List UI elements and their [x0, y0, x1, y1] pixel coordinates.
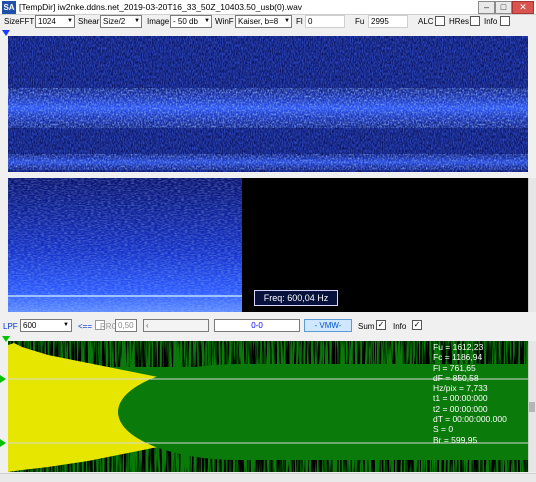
slider-left-icon: ‹ — [146, 321, 149, 330]
chevron-down-icon: ▼ — [63, 322, 69, 328]
hres-checkbox[interactable] — [470, 16, 480, 26]
info-fl: Fl = 761,65 — [433, 362, 476, 373]
winf-label: WinF — [215, 17, 234, 26]
image-label: Image — [147, 17, 170, 26]
lpf-select[interactable]: 600 ▼ — [20, 319, 72, 332]
image-value: - 50 db — [173, 17, 198, 26]
waterfall-signal — [8, 178, 242, 312]
close-icon: ✕ — [519, 2, 527, 12]
alc-label: ALC — [418, 17, 434, 26]
lpf-value: 600 — [23, 321, 37, 330]
fl-field[interactable]: 0 — [305, 15, 345, 28]
hres-label: HRes — [449, 17, 470, 26]
upper-marker-icon[interactable] — [0, 375, 6, 383]
info-label: Info — [484, 17, 498, 26]
position-slider[interactable]: ‹ — [143, 319, 209, 332]
fu-value: 2995 — [371, 17, 389, 26]
info-t1: t1 = 00:00:000 — [433, 393, 488, 404]
apply-arrow[interactable]: <== — [78, 322, 92, 331]
app-icon: SA — [2, 1, 16, 14]
sum-checkbox[interactable]: ✓ — [376, 320, 386, 330]
fl-label: Fl — [296, 17, 303, 26]
minimize-icon: – — [483, 2, 489, 12]
sum-label: Sum — [358, 322, 375, 331]
position-display: 0-0 — [214, 319, 300, 332]
info-t2: t2 = 00:00:000 — [433, 403, 488, 414]
info-checkbox-2[interactable]: ✓ — [412, 320, 422, 330]
horizontal-scrollbar[interactable] — [0, 473, 536, 482]
info-br: Br = 599,95 — [433, 434, 478, 445]
winf-value: Kaiser, b=8 — [238, 17, 279, 26]
winf-select[interactable]: Kaiser, b=8 ▼ — [235, 15, 292, 28]
info-s: S = 0 — [433, 424, 454, 435]
shear-select[interactable]: Size/2 ▼ — [100, 15, 142, 28]
info-fu: Fu = 1612,23 — [433, 342, 484, 352]
chevron-down-icon: ▼ — [204, 18, 210, 24]
info-hz-per-pix: Hz/pix = 7,733 — [433, 383, 488, 394]
lpf-label: LPF — [3, 322, 18, 331]
chevron-down-icon: ▼ — [284, 18, 290, 24]
info-fc: Fc = 1186,94 — [433, 352, 483, 363]
fl-value: 0 — [308, 17, 313, 26]
info-label-2: Info — [393, 322, 407, 331]
frequency-readout: Freq: 600,04 Hz — [254, 290, 338, 306]
sizefft-label: SizeFFT — [4, 17, 35, 26]
rrc-field[interactable]: 0,50 — [115, 319, 137, 332]
vertical-scrollbar[interactable] — [528, 178, 536, 312]
maximize-button[interactable]: □ — [495, 1, 512, 14]
image-select[interactable]: - 50 db ▼ — [170, 15, 212, 28]
maximize-icon: □ — [500, 2, 507, 12]
chevron-down-icon: ▼ — [67, 18, 73, 24]
fu-label: Fu — [355, 17, 365, 26]
close-button[interactable]: ✕ — [512, 1, 534, 14]
window-title: [TempDir] iw2nke.ddns.net_2019-03-20T16_… — [19, 2, 303, 12]
info-dt: dT = 00:00:000.000 — [433, 414, 507, 425]
spectrogram[interactable] — [8, 36, 528, 172]
shear-value: Size/2 — [103, 17, 126, 26]
scrollbar-thumb[interactable] — [529, 402, 535, 412]
fu-field[interactable]: 2995 — [368, 15, 408, 28]
chevron-down-icon: ▼ — [134, 18, 140, 24]
measurement-info-panel: Fu = 1612,23 Fc = 1186,94 Fl = 761,65 dF… — [433, 342, 527, 445]
info-checkbox[interactable] — [500, 16, 510, 26]
minimize-button[interactable]: – — [478, 1, 495, 14]
alc-checkbox[interactable] — [435, 16, 445, 26]
info-df: dF = 850,58 — [433, 372, 479, 383]
sizefft-select[interactable]: 1024 ▼ — [35, 15, 75, 28]
sizefft-value: 1024 — [38, 17, 56, 26]
shear-label: Shear — [78, 17, 100, 26]
lower-marker-icon[interactable] — [0, 439, 6, 447]
vmw-button[interactable]: - VMW- — [304, 319, 352, 332]
